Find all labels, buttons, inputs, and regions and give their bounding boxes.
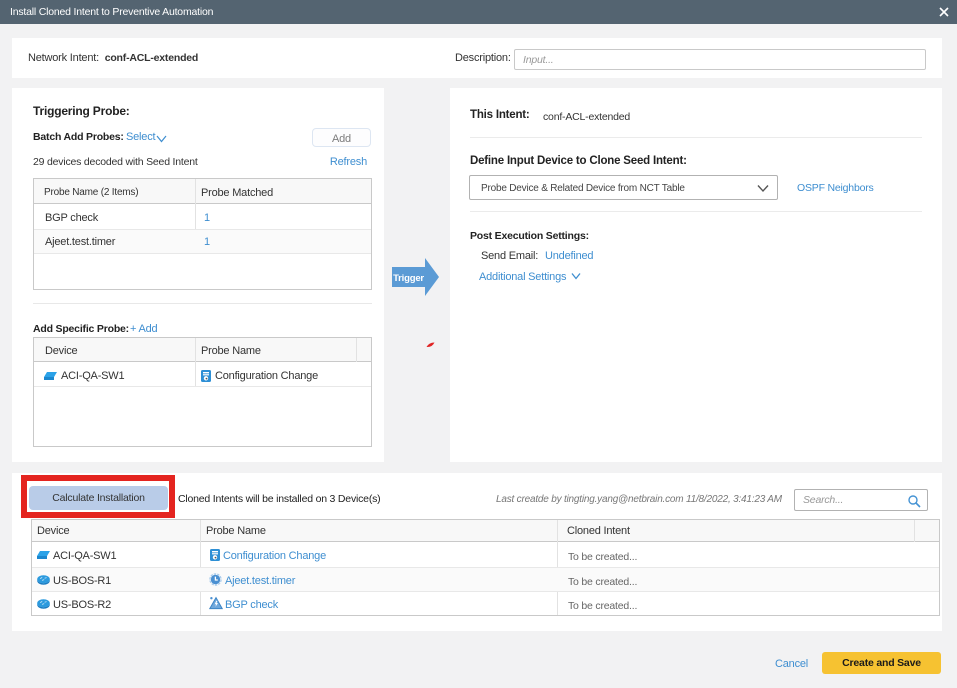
- svg-text:Trigger: Trigger: [393, 273, 424, 284]
